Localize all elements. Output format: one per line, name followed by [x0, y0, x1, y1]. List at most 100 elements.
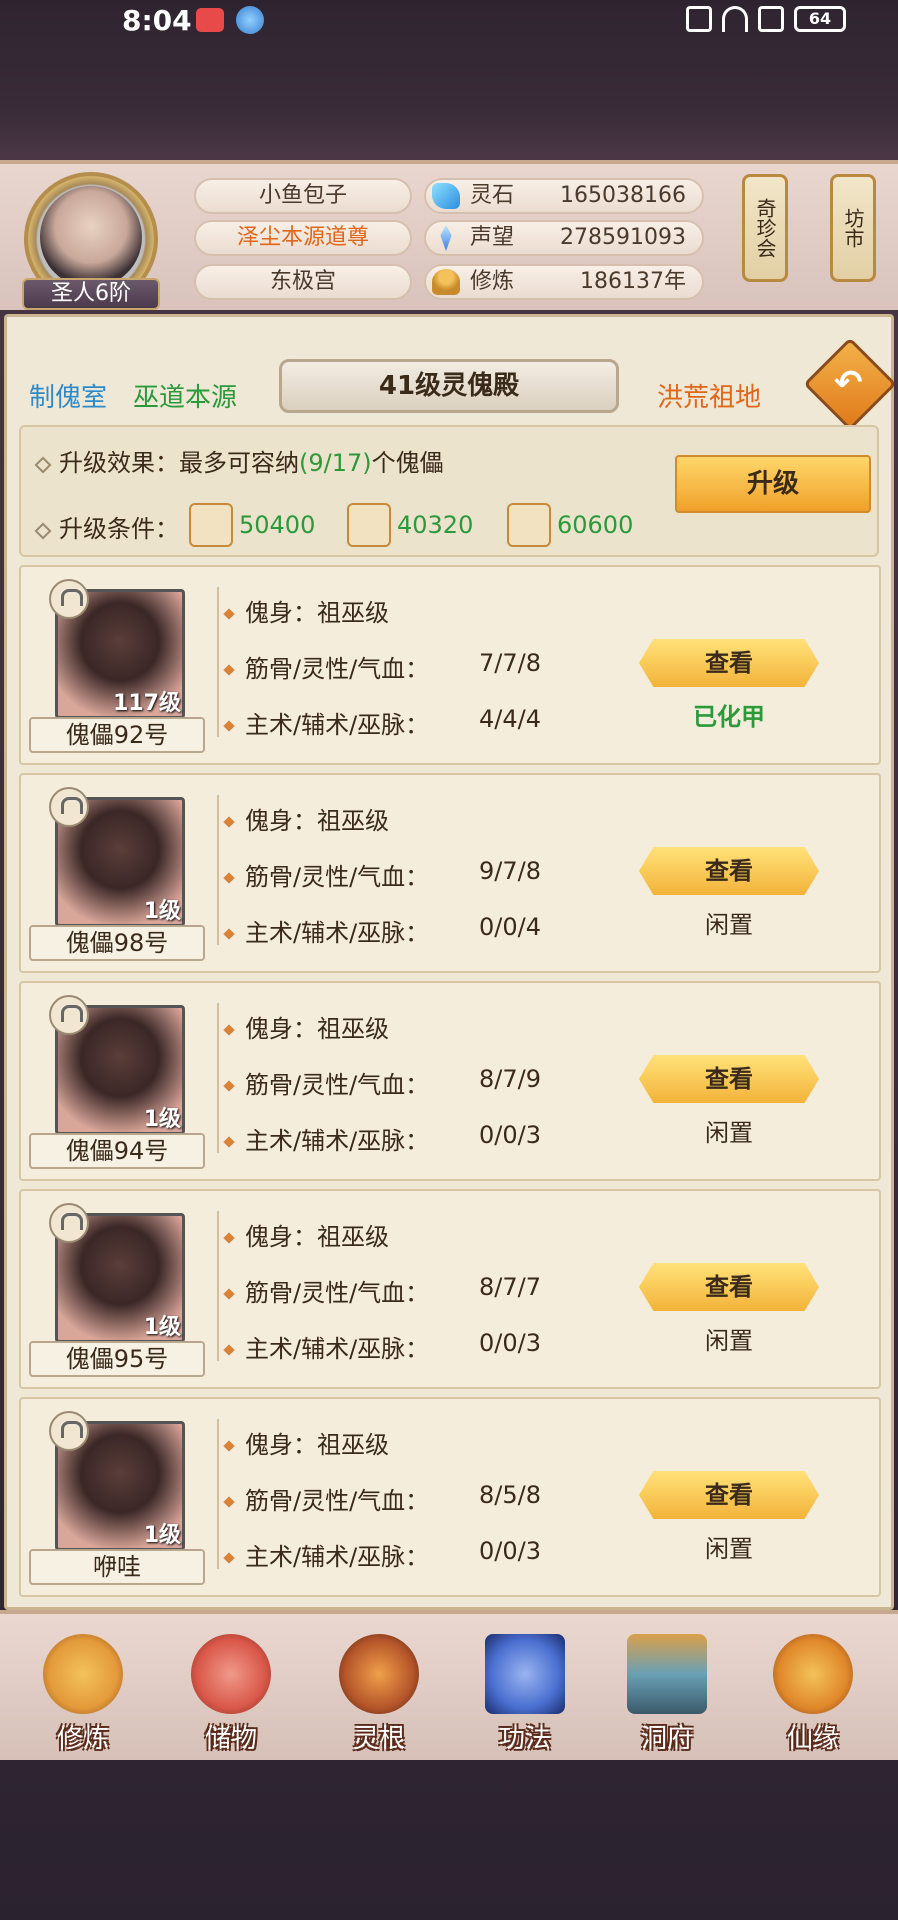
stats-label: 筋骨/灵性/气血： — [245, 655, 430, 683]
view-button[interactable]: 查看 — [639, 847, 819, 895]
material-2[interactable]: 40320 — [347, 503, 473, 547]
rank-badge: 圣人6阶 — [22, 278, 160, 310]
puppet-skills: 主术/辅术/巫脉： 0/0/3 — [223, 1329, 541, 1364]
market-button[interactable]: 坊市 — [830, 174, 876, 282]
material-1[interactable]: 50400 — [189, 503, 315, 547]
puppet-status: 闲置 — [705, 1327, 753, 1355]
spirit-root-icon — [339, 1634, 419, 1714]
vibrate-icon — [686, 6, 712, 32]
nav-label: 仙缘 — [786, 1724, 839, 1754]
lock-icon[interactable] — [49, 995, 89, 1035]
bullet-icon — [223, 1440, 235, 1452]
skills-label: 主术/辅术/巫脉： — [245, 1335, 430, 1363]
puppet-stats: 筋骨/灵性/气血： 8/7/7 — [223, 1273, 541, 1308]
stats-value: 8/7/9 — [479, 1065, 541, 1093]
bullet-icon — [223, 1344, 235, 1356]
puppet-stats: 筋骨/灵性/气血： 8/5/8 — [223, 1481, 541, 1516]
bullet-icon — [223, 664, 235, 676]
treasure-auction-button[interactable]: 奇珍会 — [742, 174, 788, 282]
bullet-icon — [223, 1080, 235, 1092]
divider — [217, 795, 219, 945]
view-button[interactable]: 查看 — [639, 1471, 819, 1519]
stats-label: 筋骨/灵性/气血： — [245, 1071, 430, 1099]
bottom-nav: 修炼 储物 灵根 功法 洞府 仙缘 — [0, 1610, 898, 1760]
witch-origin-link[interactable]: 巫道本源 — [133, 377, 237, 414]
material-amount: 40320 — [397, 511, 474, 539]
view-button[interactable]: 查看 — [639, 639, 819, 687]
puppet-skills: 主术/辅术/巫脉： 0/0/3 — [223, 1537, 541, 1572]
puppet-skills: 主术/辅术/巫脉： 0/0/4 — [223, 913, 541, 948]
nav-cultivate[interactable]: 修炼 — [28, 1634, 138, 1754]
skills-value: 4/4/4 — [479, 705, 541, 733]
cave-dwelling-icon — [627, 1634, 707, 1714]
divider — [217, 1003, 219, 1153]
upgrade-button[interactable]: 升级 — [675, 455, 871, 513]
stats-label: 筋骨/灵性/气血： — [245, 863, 430, 891]
avatar[interactable] — [40, 186, 142, 288]
storage-bag-icon — [191, 1634, 271, 1714]
view-button[interactable]: 查看 — [639, 1263, 819, 1311]
body-text: 傀身：祖巫级 — [245, 599, 389, 627]
body-text: 傀身：祖巫级 — [245, 1431, 389, 1459]
nav-spirit-root[interactable]: 灵根 — [324, 1634, 434, 1754]
bullet-icon — [223, 1232, 235, 1244]
nav-technique[interactable]: 功法 — [470, 1634, 580, 1754]
stats-value: 9/7/8 — [479, 857, 541, 885]
puppet-name: 咿哇 — [29, 1549, 205, 1585]
status-bar: 8:04 64 — [0, 0, 898, 40]
lock-icon[interactable] — [49, 787, 89, 827]
puppet-level: 117级 — [113, 691, 181, 716]
nav-fate[interactable]: 仙缘 — [758, 1634, 868, 1754]
stat-value: 186137年 — [580, 269, 686, 294]
bullet-icon — [223, 608, 235, 620]
puppet-stats: 筋骨/灵性/气血： 8/7/9 — [223, 1065, 541, 1100]
puppet-body: 傀身：祖巫级 — [223, 1009, 389, 1044]
skills-label: 主术/辅术/巫脉： — [245, 1127, 430, 1155]
puppet-workshop-link[interactable]: 制傀室 — [29, 377, 107, 414]
puppet-name: 傀儡98号 — [29, 925, 205, 961]
stats-label: 筋骨/灵性/气血： — [245, 1279, 430, 1307]
app-notification-icon — [236, 6, 264, 34]
effect-text: 最多可容纳 — [179, 449, 299, 477]
puppet-skills: 主术/辅术/巫脉： 0/0/3 — [223, 1121, 541, 1156]
puppet-list[interactable]: 117级 傀儡92号 傀身：祖巫级 筋骨/灵性/气血： 7/7/8 主术/辅术/巫… — [19, 565, 881, 1605]
cultivate-icon — [43, 1634, 123, 1714]
puppet-body: 傀身：祖巫级 — [223, 801, 389, 836]
wood-material-icon — [347, 503, 391, 547]
puppet-card: 1级 傀儡98号 傀身：祖巫级 筋骨/灵性/气血： 9/7/8 主术/辅术/巫脉：… — [19, 773, 881, 973]
stat-label: 修炼 — [470, 269, 515, 294]
lock-icon[interactable] — [49, 1203, 89, 1243]
upgrade-condition: 升级条件： — [34, 509, 179, 544]
player-sect: 东极宫 — [194, 264, 412, 300]
lock-icon[interactable] — [49, 579, 89, 619]
puppet-skills: 主术/辅术/巫脉： 4/4/4 — [223, 705, 541, 740]
lock-icon[interactable] — [49, 1411, 89, 1451]
cultivation-icon — [432, 269, 460, 295]
nav-label: 修炼 — [56, 1724, 109, 1754]
puppet-stats: 筋骨/灵性/气血： 9/7/8 — [223, 857, 541, 892]
material-3[interactable]: 60600 — [507, 503, 633, 547]
diamond-bullet-icon — [34, 456, 52, 474]
primordial-land-link[interactable]: 洪荒祖地 — [657, 377, 761, 414]
stats-value: 8/5/8 — [479, 1481, 541, 1509]
bullet-icon — [223, 1136, 235, 1148]
puppet-level: 1级 — [143, 1523, 181, 1548]
bullet-icon — [223, 816, 235, 828]
puppet-card: 1级 咿哇 傀身：祖巫级 筋骨/灵性/气血： 8/5/8 主术/辅术/巫脉： 0/0… — [19, 1397, 881, 1597]
body-text: 傀身：祖巫级 — [245, 1015, 389, 1043]
upgrade-section: 升级效果：最多可容纳(9/17)个傀儡 升级条件： 50400 40320 60… — [19, 425, 879, 557]
body-text: 傀身：祖巫级 — [245, 807, 389, 835]
back-arrow-icon: ↶ — [834, 363, 863, 403]
stat-value: 278591093 — [560, 225, 686, 250]
puppet-status: 闲置 — [705, 1535, 753, 1563]
bullet-icon — [223, 720, 235, 732]
view-button[interactable]: 查看 — [639, 1055, 819, 1103]
nav-cave-dwelling[interactable]: 洞府 — [612, 1634, 722, 1754]
nav-storage[interactable]: 储物 — [176, 1634, 286, 1754]
divider — [217, 1419, 219, 1569]
puppet-body: 傀身：祖巫级 — [223, 1217, 389, 1252]
battery-icon: 64 — [794, 6, 846, 32]
puppet-body: 傀身：祖巫级 — [223, 593, 389, 628]
nav-label: 灵根 — [352, 1724, 405, 1754]
skills-value: 0/0/4 — [479, 913, 541, 941]
